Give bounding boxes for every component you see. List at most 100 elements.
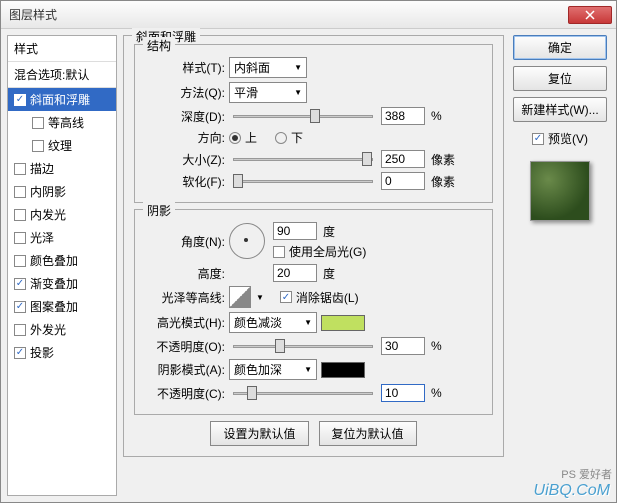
size-input[interactable]: 250 <box>381 150 425 168</box>
highlight-color-swatch[interactable] <box>321 315 365 331</box>
soften-row: 软化(F): 0 像素 <box>145 172 482 190</box>
sidebar-item-dropshadow[interactable]: ✓ 投影 <box>8 341 116 364</box>
sidebar-item-satin[interactable]: 光泽 <box>8 226 116 249</box>
sidebar-item-contour[interactable]: 等高线 <box>8 111 116 134</box>
preview-checkbox[interactable]: ✓ <box>532 133 544 145</box>
technique-label: 方法(Q): <box>145 84 225 101</box>
style-label: 样式(T): <box>145 59 225 76</box>
sidebar-item-gradoverlay[interactable]: ✓渐变叠加 <box>8 272 116 295</box>
bevel-fieldset: 斜面和浮雕 结构 样式(T): 内斜面▼ 方法(Q): 平滑▼ 深度(D): <box>123 35 504 457</box>
size-row: 大小(Z): 250 像素 <box>145 150 482 168</box>
checkbox-icon[interactable] <box>14 255 26 267</box>
checkbox-icon[interactable]: ✓ <box>14 301 26 313</box>
chevron-down-icon: ▼ <box>256 293 264 302</box>
global-light-label: 使用全局光(G) <box>289 243 366 260</box>
size-slider[interactable] <box>233 150 373 168</box>
sidebar-item-label: 投影 <box>30 344 54 361</box>
direction-down-radio[interactable] <box>275 132 287 144</box>
gloss-label: 光泽等高线: <box>145 289 225 306</box>
antialias-label: 消除锯齿(L) <box>296 289 359 306</box>
right-panel: 确定 复位 新建样式(W)... ✓ 预览(V) <box>510 35 610 496</box>
highlight-opacity-slider[interactable] <box>233 337 373 355</box>
altitude-row: 高度: 20 度 <box>145 264 482 282</box>
new-style-button[interactable]: 新建样式(W)... <box>513 97 607 122</box>
titlebar[interactable]: 图层样式 <box>1 1 616 29</box>
gloss-row: 光泽等高线: ▼ ✓ 消除锯齿(L) <box>145 286 482 308</box>
shadow-opacity-slider[interactable] <box>233 384 373 402</box>
shading-fieldset: 阴影 角度(N): 90 度 使用全局光(G) <box>134 209 493 415</box>
shadow-opacity-input[interactable]: 10 <box>381 384 425 402</box>
direction-up-radio[interactable] <box>229 132 241 144</box>
checkbox-icon[interactable]: ✓ <box>14 347 26 359</box>
soften-slider[interactable] <box>233 172 373 190</box>
sidebar-item-label: 等高线 <box>48 114 84 131</box>
sidebar-item-bevel[interactable]: ✓ 斜面和浮雕 <box>8 88 116 111</box>
style-select[interactable]: 内斜面 ▼ <box>229 57 307 78</box>
depth-label: 深度(D): <box>145 108 225 125</box>
sidebar-item-outerglow[interactable]: 外发光 <box>8 318 116 341</box>
altitude-unit: 度 <box>323 265 335 282</box>
dialog-body: 样式 混合选项:默认 ✓ 斜面和浮雕 等高线 纹理 描边 内阴影 内发光 光泽 颜… <box>1 29 616 502</box>
highlight-mode-label: 高光模式(H): <box>145 314 225 331</box>
checkbox-icon[interactable] <box>14 232 26 244</box>
soften-label: 软化(F): <box>145 173 225 190</box>
checkbox-icon[interactable] <box>32 117 44 129</box>
checkbox-icon[interactable] <box>14 324 26 336</box>
sidebar-item-label: 光泽 <box>30 229 54 246</box>
sidebar-item-label: 图案叠加 <box>30 298 78 315</box>
altitude-label: 高度: <box>145 265 225 282</box>
checkbox-icon[interactable] <box>14 163 26 175</box>
select-value: 颜色减淡 <box>234 314 282 331</box>
reset-default-button[interactable]: 复位为默认值 <box>319 421 417 446</box>
angle-row: 角度(N): 90 度 使用全局光(G) <box>145 222 482 260</box>
checkbox-icon[interactable] <box>14 186 26 198</box>
select-value: 颜色加深 <box>234 361 282 378</box>
angle-label: 角度(N): <box>145 233 225 250</box>
checkbox-icon[interactable] <box>32 140 44 152</box>
chevron-down-icon: ▼ <box>304 365 312 374</box>
angle-control[interactable] <box>229 223 265 259</box>
sidebar-title[interactable]: 样式 <box>8 36 116 62</box>
highlight-opacity-input[interactable]: 30 <box>381 337 425 355</box>
checkbox-icon[interactable] <box>14 209 26 221</box>
shading-legend: 阴影 <box>143 202 175 219</box>
technique-select[interactable]: 平滑▼ <box>229 82 307 103</box>
depth-slider[interactable] <box>233 107 373 125</box>
size-unit: 像素 <box>431 151 455 168</box>
gloss-contour-picker[interactable] <box>229 286 251 308</box>
direction-row: 方向: 上 下 <box>145 129 482 146</box>
altitude-input[interactable]: 20 <box>273 264 317 282</box>
ok-button[interactable]: 确定 <box>513 35 607 60</box>
blending-options[interactable]: 混合选项:默认 <box>8 62 116 88</box>
structure-legend: 结构 <box>143 37 175 54</box>
sidebar-item-label: 内发光 <box>30 206 66 223</box>
shadow-mode-label: 阴影模式(A): <box>145 361 225 378</box>
chevron-down-icon: ▼ <box>294 63 302 72</box>
shadow-color-swatch[interactable] <box>321 362 365 378</box>
checkbox-icon[interactable]: ✓ <box>14 278 26 290</box>
sidebar-item-innerglow[interactable]: 内发光 <box>8 203 116 226</box>
title-text: 图层样式 <box>9 6 568 23</box>
select-value: 内斜面 <box>234 59 270 76</box>
highlight-mode-select[interactable]: 颜色减淡▼ <box>229 312 317 333</box>
sidebar-item-innershadow[interactable]: 内阴影 <box>8 180 116 203</box>
angle-input[interactable]: 90 <box>273 222 317 240</box>
sidebar-item-patternoverlay[interactable]: ✓ 图案叠加 <box>8 295 116 318</box>
sidebar-item-stroke[interactable]: 描边 <box>8 157 116 180</box>
sidebar-item-label: 纹理 <box>48 137 72 154</box>
sidebar-item-coloroverlay[interactable]: 颜色叠加 <box>8 249 116 272</box>
close-button[interactable] <box>568 6 612 24</box>
sidebar-item-texture[interactable]: 纹理 <box>8 134 116 157</box>
cancel-button[interactable]: 复位 <box>513 66 607 91</box>
shadow-mode-select[interactable]: 颜色加深 ▼ <box>229 359 317 380</box>
make-default-button[interactable]: 设置为默认值 <box>210 421 308 446</box>
depth-input[interactable]: 388 <box>381 107 425 125</box>
global-light-checkbox[interactable] <box>273 246 285 258</box>
highlight-opacity-row: 不透明度(O): 30 % <box>145 337 482 355</box>
structure-fieldset: 结构 样式(T): 内斜面▼ 方法(Q): 平滑▼ 深度(D): 388 % <box>134 44 493 203</box>
checkbox-icon[interactable]: ✓ <box>14 94 26 106</box>
select-value: 平滑 <box>234 84 258 101</box>
sidebar-item-label: 斜面和浮雕 <box>30 91 90 108</box>
soften-input[interactable]: 0 <box>381 172 425 190</box>
antialias-checkbox[interactable]: ✓ <box>280 291 292 303</box>
